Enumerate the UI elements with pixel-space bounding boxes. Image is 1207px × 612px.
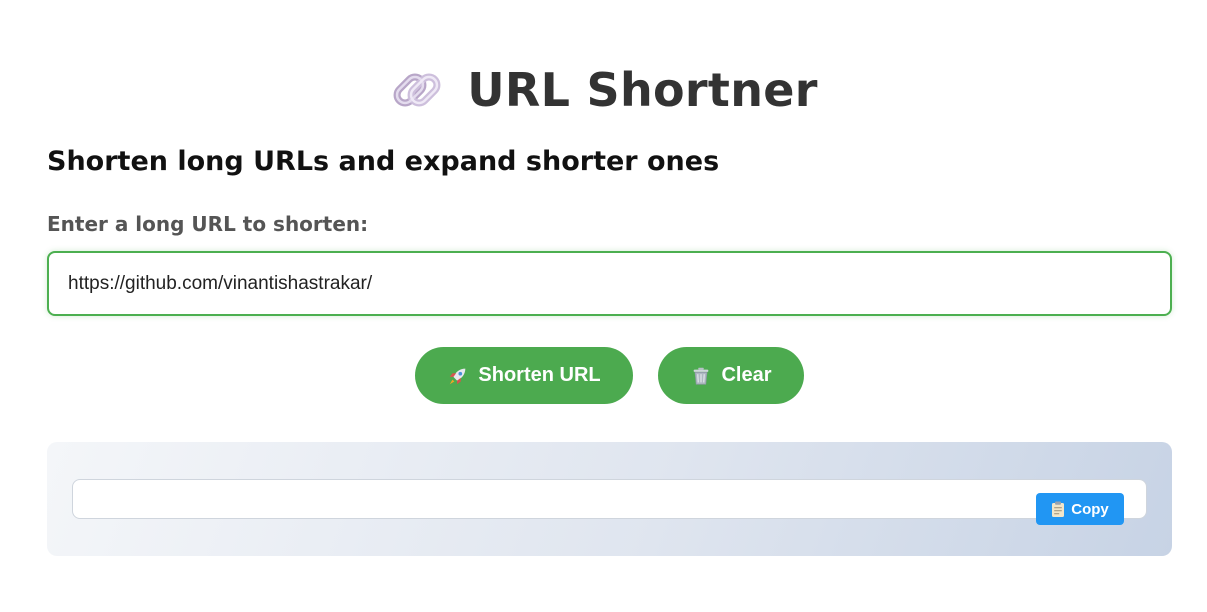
result-panel: Copy (47, 442, 1172, 556)
shorten-url-button[interactable]: Shorten URL (415, 347, 633, 404)
long-url-input[interactable] (47, 251, 1172, 316)
trash-icon (694, 367, 709, 385)
page-title: URL Shortner (467, 63, 818, 117)
shorten-url-label: Shorten URL (478, 364, 601, 386)
clear-button[interactable]: Clear (658, 347, 804, 404)
copy-label: Copy (1071, 500, 1109, 518)
link-icon (393, 73, 441, 107)
page-subtitle: Shorten long URLs and expand shorter one… (47, 146, 720, 177)
clear-label: Clear (721, 364, 772, 386)
long-url-label: Enter a long URL to shorten: (47, 212, 369, 236)
url-shortener-page: URL Shortner Shorten long URLs and expan… (0, 0, 1207, 612)
short-url-output[interactable] (72, 479, 1147, 519)
copy-button[interactable]: Copy (1036, 493, 1124, 525)
rocket-icon (450, 368, 466, 384)
title-row: URL Shortner (0, 54, 1207, 126)
clipboard-icon (1052, 501, 1065, 517)
